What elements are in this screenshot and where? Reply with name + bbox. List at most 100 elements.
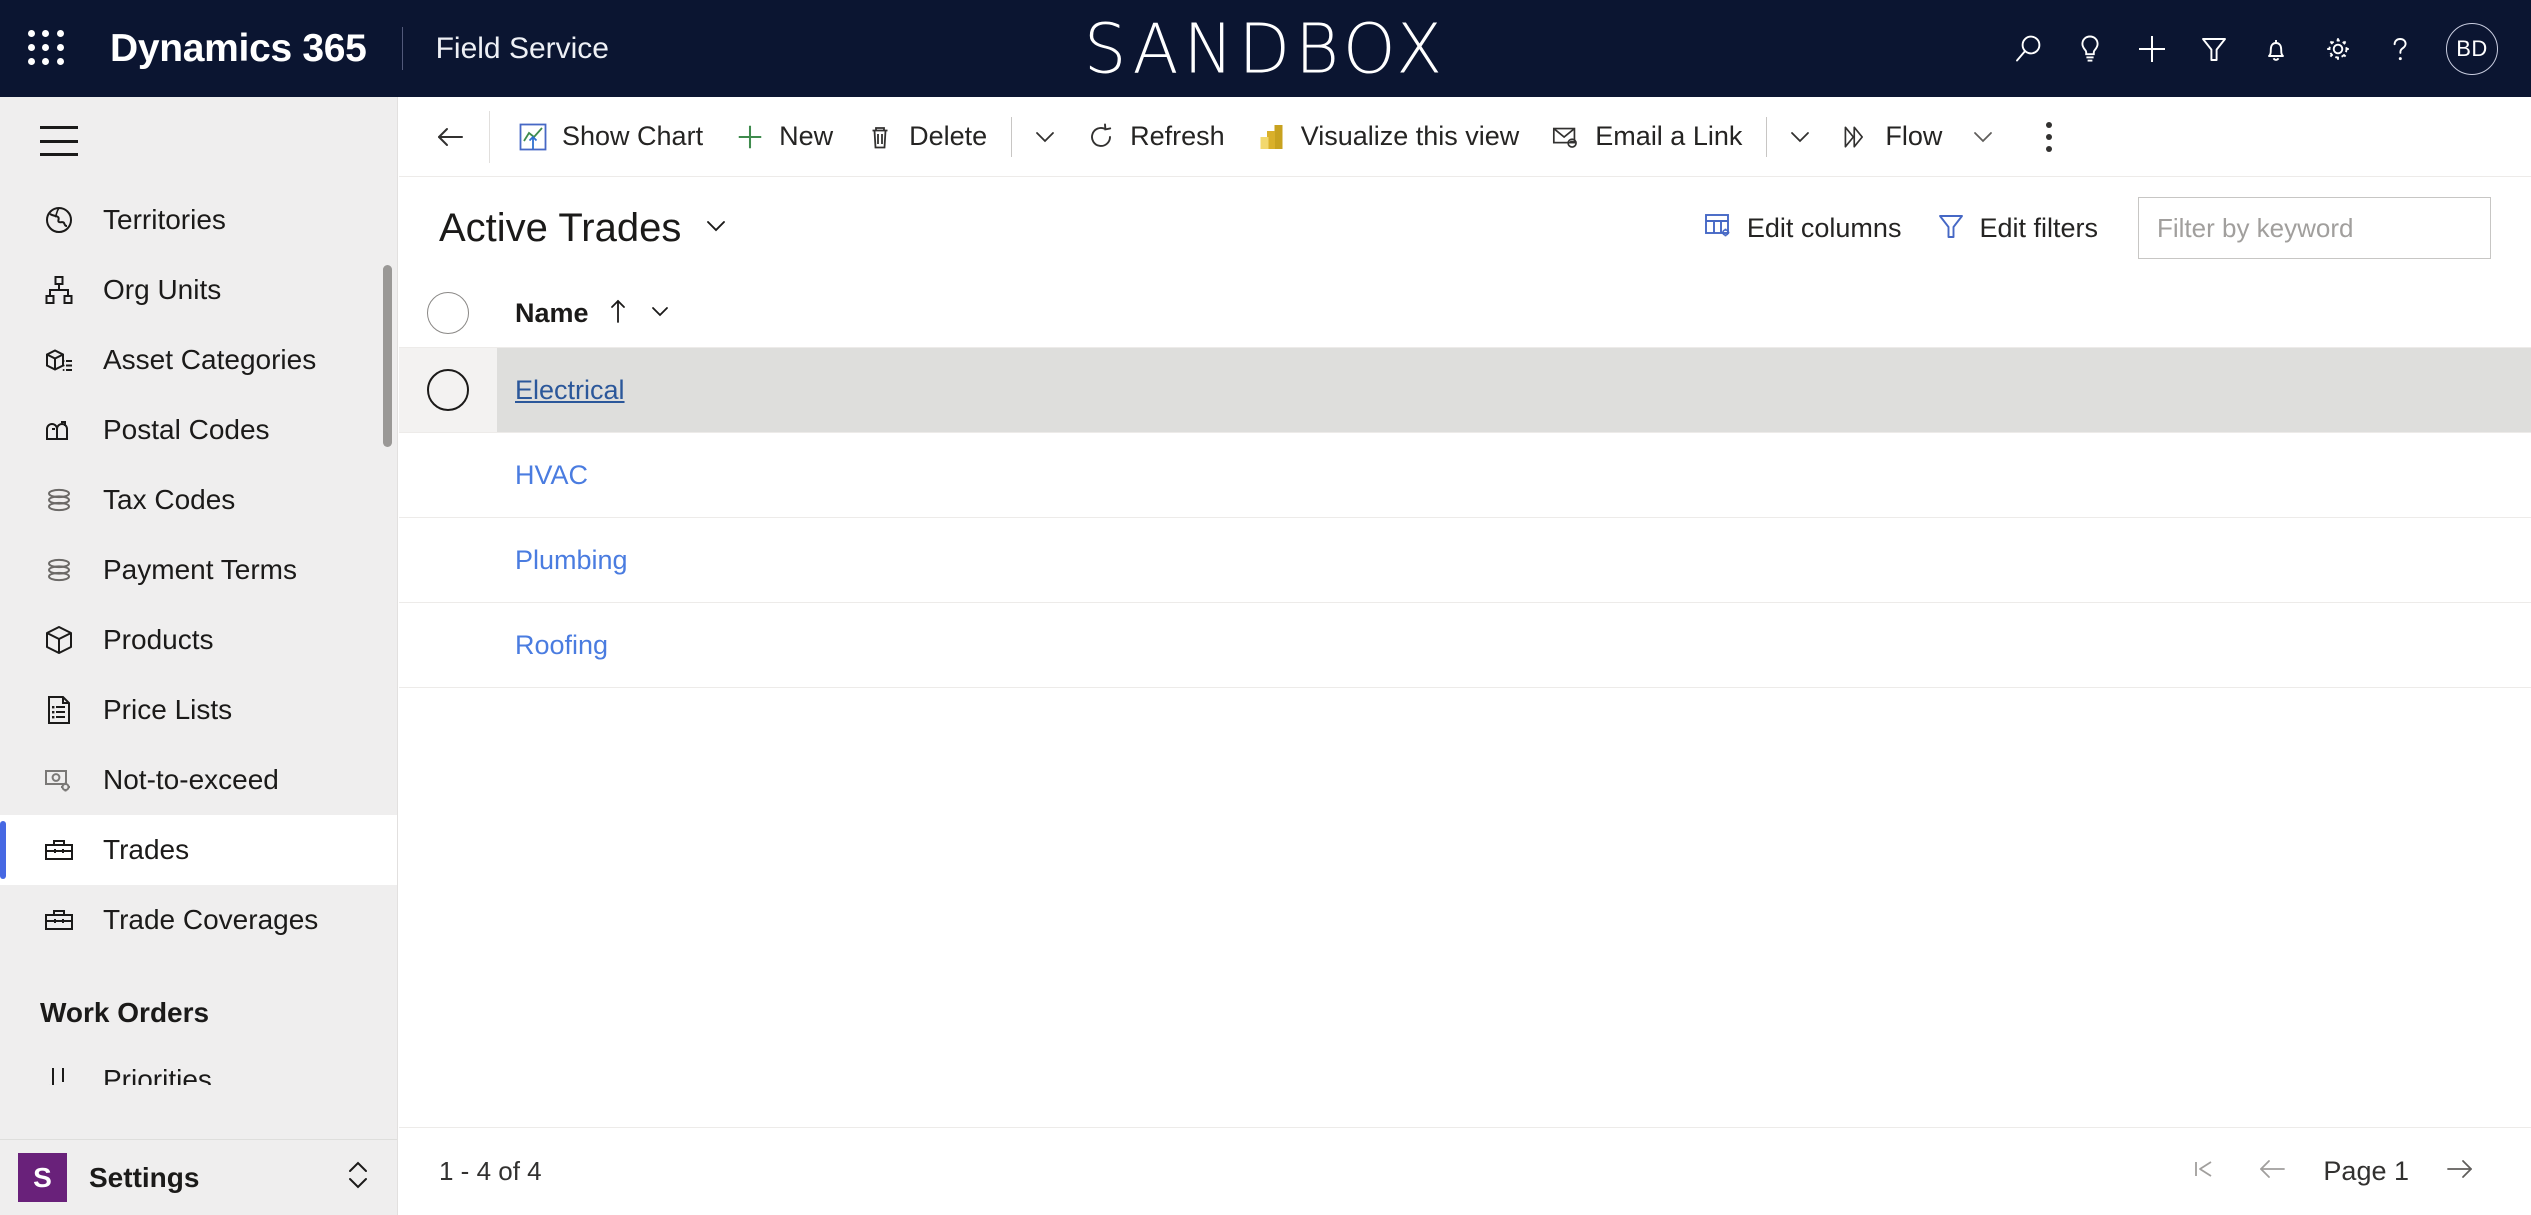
gear-icon	[2327, 37, 2349, 60]
filter-funnel-icon	[2202, 37, 2226, 61]
row-cell-name: Roofing	[497, 603, 2531, 688]
sidebar-item-label: Payment Terms	[103, 554, 297, 585]
plus-green-icon	[735, 122, 765, 152]
grid-footer: 1 - 4 of 4 Page 1	[399, 1127, 2531, 1215]
sidebar-item-trades[interactable]: Trades	[0, 815, 397, 885]
sidebar-item-price-lists[interactable]: Price Lists	[0, 675, 397, 745]
table-row[interactable]: Roofing	[399, 603, 2531, 688]
area-switcher-button[interactable]: S Settings	[0, 1139, 397, 1215]
record-link[interactable]: Plumbing	[515, 545, 628, 576]
email-a-link-button[interactable]: Email a Link	[1535, 104, 1758, 170]
show-chart-label: Show Chart	[562, 121, 704, 151]
back-button[interactable]	[417, 104, 483, 170]
environment-banner-text: SANDBOX	[1083, 8, 1448, 89]
edit-columns-button[interactable]: Edit columns	[1685, 197, 1920, 259]
table-row[interactable]: HVAC	[399, 433, 2531, 518]
avatar: BD	[2446, 22, 2498, 75]
delete-button[interactable]: Delete	[849, 104, 1003, 170]
sidebar-item-tax-codes[interactable]: Tax Codes	[0, 465, 397, 535]
delete-label: Delete	[909, 121, 988, 151]
command-bar-divider	[489, 110, 490, 163]
price-list-icon	[40, 691, 78, 729]
sidebar-scrollbar-thumb[interactable]	[383, 265, 392, 447]
search-input[interactable]	[2138, 197, 2491, 259]
sidebar-item-label: Trade Coverages	[103, 904, 319, 935]
notifications-button[interactable]	[2245, 0, 2307, 97]
lightbulb-icon	[2081, 35, 2099, 62]
first-page-button[interactable]	[2173, 1141, 2235, 1203]
row-select-cell[interactable]	[399, 603, 497, 688]
select-all-circle-icon[interactable]	[427, 292, 469, 334]
app-name[interactable]: Field Service	[436, 32, 609, 66]
previous-page-button[interactable]	[2241, 1141, 2303, 1203]
row-select-cell[interactable]	[399, 518, 497, 603]
first-page-icon	[2189, 1154, 2219, 1189]
trash-can-icon	[865, 122, 895, 152]
refresh-button[interactable]: Refresh	[1070, 104, 1241, 170]
row-cell-name: Plumbing	[497, 518, 2531, 603]
coin-stack-icon	[40, 481, 78, 519]
table-row[interactable]: Electrical	[399, 348, 2531, 433]
toolbox-icon	[40, 901, 78, 939]
settings-button[interactable]	[2307, 0, 2369, 97]
column-header-name[interactable]: Name	[497, 279, 2531, 347]
sidebar-item-asset-categories[interactable]: Asset Categories	[0, 325, 397, 395]
flow-chevron[interactable]	[1958, 104, 2008, 170]
search-button[interactable]	[1997, 0, 2059, 97]
page-label: Page 1	[2323, 1156, 2409, 1186]
area-label: Settings	[89, 1161, 200, 1193]
sidebar-item-label: Asset Categories	[103, 344, 317, 375]
help-button[interactable]	[2369, 0, 2431, 97]
record-link[interactable]: Roofing	[515, 630, 608, 661]
flow-button[interactable]: Flow	[1825, 104, 1958, 170]
sidebar-item-label: Not-to-exceed	[103, 764, 279, 795]
sidebar-item-payment-terms[interactable]: Payment Terms	[0, 535, 397, 605]
question-mark-icon	[2393, 37, 2407, 60]
insights-button[interactable]	[2059, 0, 2121, 97]
new-button[interactable]: New	[719, 104, 849, 170]
sidebar-item-label: Trades	[103, 834, 190, 865]
sidebar-item-products[interactable]: Products	[0, 605, 397, 675]
delete-overflow-chevron[interactable]	[1020, 104, 1070, 170]
filter-button[interactable]	[2183, 0, 2245, 97]
email-link-icon	[1551, 122, 1581, 152]
search-icon	[2016, 35, 2041, 61]
edit-filters-button[interactable]: Edit filters	[1919, 197, 2116, 259]
sidebar-item-org-units[interactable]: Org Units	[0, 255, 397, 325]
new-label: New	[779, 121, 834, 151]
sidebar-item-postal-codes[interactable]: Postal Codes	[0, 395, 397, 465]
user-avatar-button[interactable]: BD	[2431, 0, 2513, 97]
next-page-button[interactable]	[2429, 1141, 2491, 1203]
app-bar: Dynamics 365 Field Service SANDBOX BD	[0, 0, 2531, 97]
quick-create-button[interactable]	[2121, 0, 2183, 97]
table-row[interactable]: Plumbing	[399, 518, 2531, 603]
waffle-menu-button[interactable]	[0, 0, 94, 97]
row-select-cell[interactable]	[399, 433, 497, 518]
visualize-this-view-button[interactable]: Visualize this view	[1241, 104, 1536, 170]
hamburger-menu-icon[interactable]	[40, 126, 78, 156]
select-all-cell[interactable]	[399, 279, 497, 347]
waffle-grid-icon	[28, 29, 66, 68]
view-selector[interactable]: Active Trades	[439, 206, 731, 251]
chevron-down-icon[interactable]	[647, 298, 673, 329]
record-link[interactable]: Electrical	[515, 375, 625, 406]
coin-stack-icon	[40, 551, 78, 589]
row-select-circle-icon[interactable]	[427, 369, 469, 411]
power-automate-flow-icon	[1841, 122, 1871, 152]
sidebar-item-priorities[interactable]: Priorities	[0, 1045, 397, 1085]
priority-sort-icon	[40, 1061, 78, 1085]
sidebar-item-not-to-exceed[interactable]: Not-to-exceed	[0, 745, 397, 815]
more-commands-button[interactable]	[2020, 104, 2078, 170]
email-overflow-chevron[interactable]	[1775, 104, 1825, 170]
visualize-label: Visualize this view	[1300, 121, 1520, 151]
brand-title[interactable]: Dynamics 365	[110, 27, 367, 71]
record-link[interactable]: HVAC	[515, 460, 588, 491]
sidebar-item-trade-coverages[interactable]: Trade Coverages	[0, 885, 397, 955]
edit-filters-funnel-icon	[1937, 211, 1965, 246]
sidebar-item-territories[interactable]: Territories	[0, 185, 397, 255]
refresh-circular-arrow-icon	[1086, 122, 1116, 152]
main-content: Show Chart New Delete Refresh Visualize …	[399, 97, 2531, 1215]
up-arrow-icon	[607, 297, 629, 330]
show-chart-button[interactable]: Show Chart	[502, 104, 719, 170]
row-select-cell[interactable]	[399, 348, 497, 433]
